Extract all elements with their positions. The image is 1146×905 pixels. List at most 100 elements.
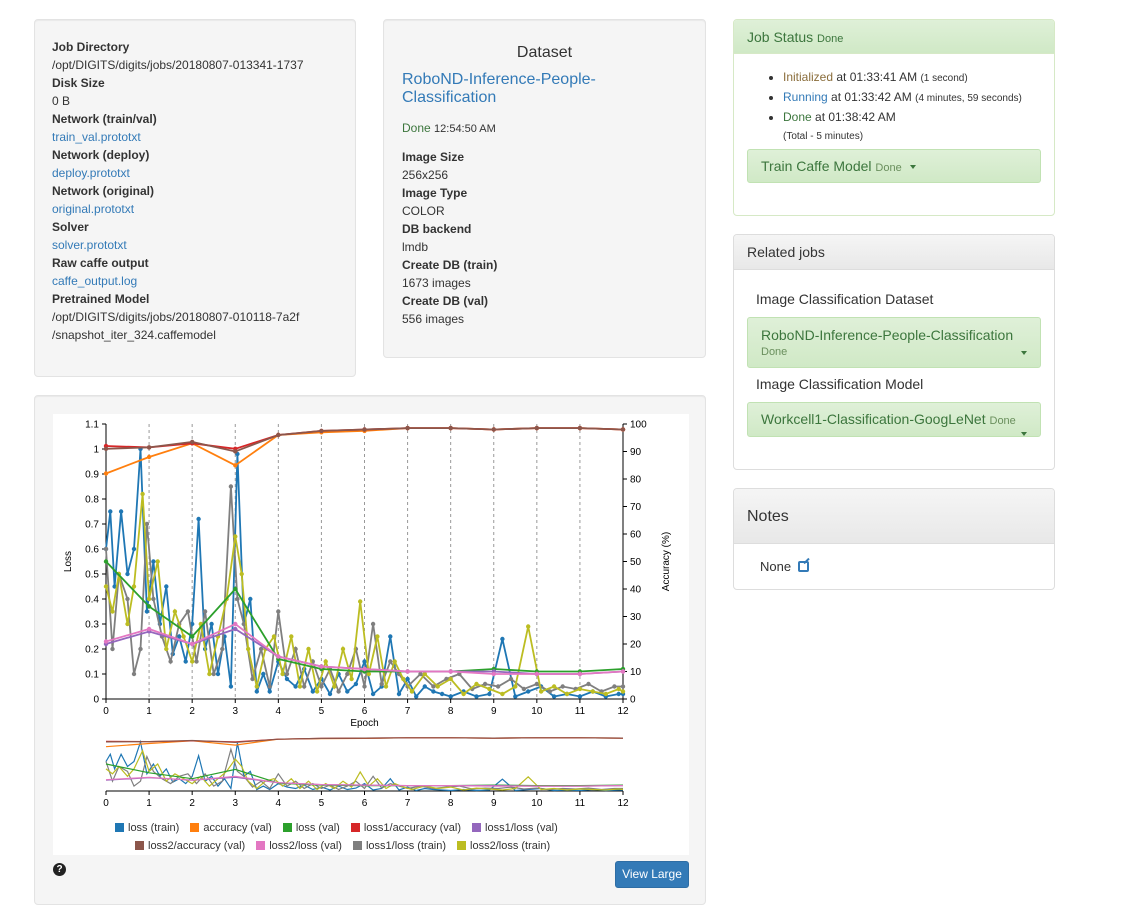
dataset-header: Dataset bbox=[516, 44, 573, 61]
legend-swatch bbox=[282, 823, 292, 832]
x-tick-label: 7 bbox=[405, 706, 411, 717]
job-file-link[interactable]: deploy.prototxt bbox=[52, 166, 130, 180]
pretrained-model-path-cont: /snapshot_iter_324.caffemodel bbox=[52, 328, 216, 342]
job-file-link[interactable]: solver.prototxt bbox=[52, 238, 127, 252]
y-tick-label: 0.9 bbox=[85, 470, 99, 481]
data-point bbox=[125, 621, 130, 627]
data-point bbox=[577, 694, 583, 699]
data-point bbox=[534, 681, 539, 687]
step-name: Running bbox=[783, 90, 828, 104]
data-point bbox=[560, 684, 565, 689]
overview-x-tick-label: 8 bbox=[448, 798, 454, 809]
training-chart-svg[interactable]: 0011223344556677889910101111121200.10.20… bbox=[53, 414, 689, 855]
data-point bbox=[235, 596, 240, 602]
data-point bbox=[620, 669, 626, 674]
data-point bbox=[233, 463, 238, 468]
legend-label: loss2/accuracy (val) bbox=[148, 840, 246, 852]
overview-x-tick-label: 3 bbox=[232, 798, 238, 809]
data-point bbox=[620, 684, 626, 689]
job-info-label: Network (original) bbox=[52, 184, 155, 198]
data-point bbox=[414, 694, 419, 699]
related-dataset-name: RoboND-Inference-People-Classification bbox=[761, 327, 1014, 343]
data-point bbox=[220, 646, 225, 652]
legend-item[interactable]: loss1/accuracy (val) bbox=[350, 822, 461, 834]
y-tick-label: 0 bbox=[93, 695, 99, 706]
related-dataset-state: Done bbox=[761, 346, 788, 358]
edit-icon[interactable] bbox=[797, 561, 809, 572]
y2-tick-label: 20 bbox=[630, 640, 642, 651]
data-point bbox=[370, 621, 376, 627]
legend-item[interactable]: loss1/loss (val) bbox=[472, 822, 558, 834]
dataset-status-time: 12:54:50 AM bbox=[434, 123, 496, 135]
job-file-link[interactable]: original.prototxt bbox=[52, 202, 134, 216]
data-point bbox=[495, 684, 501, 689]
job-info-value: deploy.prototxt bbox=[52, 164, 338, 182]
legend-item[interactable]: loss (val) bbox=[282, 822, 340, 834]
data-point bbox=[379, 681, 384, 687]
data-point bbox=[362, 427, 367, 432]
data-point bbox=[190, 439, 195, 445]
data-point bbox=[500, 691, 505, 697]
training-chart[interactable]: 0 0 1 1 2 2 3 3 4 4 5 5 6 6 7 7 8 8 9 9 10 10 11 11 12 12 0 0.1 0.2 0… bbox=[53, 414, 689, 855]
status-step-initialized: Initialized at 01:33:41 AM (1 second) bbox=[783, 68, 1054, 88]
train-caffe-model-dropdown[interactable]: Train Caffe Model Done bbox=[747, 149, 1041, 183]
job-info-label: Pretrained Model bbox=[52, 292, 150, 306]
chevron-down-icon bbox=[1021, 432, 1027, 436]
overview-x-tick-label: 4 bbox=[276, 798, 282, 809]
data-point bbox=[577, 671, 583, 677]
legend-item[interactable]: loss2/accuracy (val) bbox=[135, 840, 245, 852]
notes-panel: Notes None bbox=[733, 488, 1055, 590]
data-point bbox=[620, 689, 626, 694]
related-jobs-panel: Related jobs Image Classification Datase… bbox=[733, 234, 1055, 470]
x-tick-label: 11 bbox=[575, 706, 586, 717]
data-point bbox=[209, 621, 214, 627]
legend-label: loss (val) bbox=[295, 822, 340, 834]
legend-swatch bbox=[457, 841, 467, 850]
data-point bbox=[151, 596, 156, 602]
legend-item[interactable]: accuracy (val) bbox=[190, 822, 272, 834]
job-file-link[interactable]: train_val.prototxt bbox=[52, 130, 141, 144]
data-point bbox=[405, 669, 410, 674]
dataset-info-label: Image Type bbox=[402, 186, 468, 200]
data-point bbox=[233, 449, 238, 454]
legend-item[interactable]: loss (train) bbox=[115, 822, 179, 834]
view-large-button[interactable]: View Large bbox=[615, 861, 689, 888]
job-status-panel: Job Status Done Initialized at 01:33:41 … bbox=[733, 19, 1055, 216]
legend-item[interactable]: loss1/loss (train) bbox=[352, 840, 446, 852]
data-point bbox=[362, 684, 367, 689]
data-point bbox=[297, 684, 303, 689]
legend-label: loss1/loss (val) bbox=[485, 822, 558, 834]
job-info-value: train_val.prototxt bbox=[52, 128, 338, 146]
dataset-link[interactable]: RoboND-Inference-People-Classification bbox=[402, 71, 687, 107]
data-point bbox=[103, 559, 109, 564]
step-detail: (1 second) bbox=[920, 73, 968, 84]
data-point bbox=[202, 609, 208, 614]
data-point bbox=[289, 634, 294, 639]
chevron-down-icon bbox=[1021, 351, 1027, 355]
data-point bbox=[146, 596, 152, 602]
legend-item[interactable]: loss2/loss (val) bbox=[256, 840, 342, 852]
y2-axis-label: Accuracy (%) bbox=[661, 532, 672, 591]
data-point bbox=[474, 681, 479, 687]
data-point bbox=[500, 636, 505, 642]
data-point bbox=[146, 454, 152, 460]
data-point bbox=[254, 689, 259, 694]
chart-legend-row-2: loss2/accuracy (val) loss2/loss (val) loss… bbox=[135, 840, 561, 852]
y2-tick-label: 40 bbox=[630, 585, 642, 596]
x-tick-label: 5 bbox=[319, 706, 325, 717]
dataset-panel: Dataset RoboND-Inference-People-Classifi… bbox=[383, 19, 706, 358]
job-info-label: Network (train/val) bbox=[52, 112, 157, 126]
legend-swatch bbox=[352, 841, 362, 850]
data-point bbox=[164, 584, 169, 589]
data-point bbox=[228, 484, 234, 489]
related-dataset-dropdown[interactable]: RoboND-Inference-People-Classification D… bbox=[747, 317, 1041, 368]
legend-item[interactable]: loss2/loss (train) bbox=[457, 840, 550, 852]
data-point bbox=[215, 671, 221, 677]
y-tick-label: 0.4 bbox=[85, 595, 99, 606]
data-point bbox=[284, 676, 290, 682]
job-file-link[interactable]: caffe_output.log bbox=[52, 274, 137, 288]
x-tick-label: 6 bbox=[362, 706, 368, 717]
help-icon[interactable]: ? bbox=[53, 863, 66, 876]
data-point bbox=[190, 634, 195, 639]
related-model-dropdown[interactable]: Workcell1-Classification-GoogLeNet Done bbox=[747, 402, 1041, 437]
